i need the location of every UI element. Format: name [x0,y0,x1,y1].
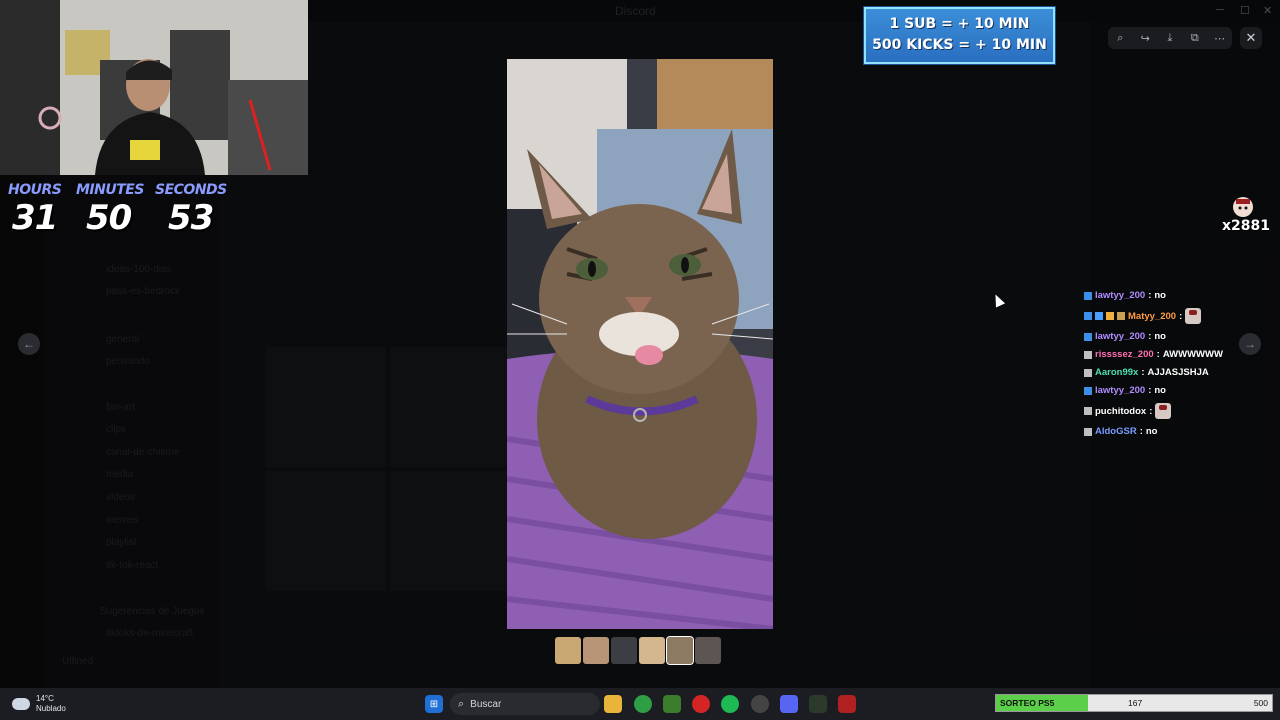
banner-line-1: 1 SUB = + 10 MIN [889,16,1030,32]
file-explorer-icon[interactable] [604,695,622,713]
chat-text: no [1154,331,1166,342]
chrome-icon[interactable] [634,695,652,713]
opera-icon[interactable] [692,695,710,713]
steam-icon[interactable] [751,695,769,713]
previous-image-button[interactable]: ← [18,333,40,355]
emote-counter: x2881 [1222,218,1270,234]
app-icon[interactable] [838,695,856,713]
badge-icon [1084,350,1092,359]
temperature: 14°C [36,694,54,703]
badge-icon [1084,291,1092,300]
chat-message: puchitodox: [1084,403,1172,419]
taskbar-search[interactable]: ⌕ Buscar [450,693,600,715]
badge-icon [1106,312,1114,320]
chat-text: AWWWWWW [1162,349,1223,360]
progress-label: SORTEO PS5 [1000,698,1055,708]
chat-message: rissssez_200: AWWWWWW [1084,349,1223,360]
banner-line-2: 500 KICKS = + 10 MIN [872,37,1047,53]
seconds-value: 53 [168,198,214,238]
chat-emote [1185,308,1202,324]
chat-emote [1155,403,1172,419]
search-icon: ⌕ [458,697,465,710]
next-image-button[interactable]: → [1239,333,1261,355]
minutes-value: 50 [86,198,132,238]
badge-icon [1084,386,1092,395]
chat-user: AldoGSR [1095,426,1137,437]
chat-user: lawtyy_200 [1095,385,1146,396]
more-icon[interactable]: ⋯ [1211,29,1229,47]
chat-user: Matyy_200 [1128,310,1177,322]
minutes-label: MINUTES [76,182,144,198]
thumbnail[interactable] [639,637,665,664]
chat-message: lawtyy_200: no [1084,331,1166,342]
open-external-icon[interactable]: ⧉ [1186,29,1204,47]
chat-user: puchitodox [1095,405,1147,417]
chat-user: lawtyy_200 [1095,331,1146,342]
webcam-overlay [0,0,308,175]
thumbnail-strip [555,636,721,665]
windows-start-icon[interactable]: ⊞ [425,695,443,713]
weather-widget[interactable]: 14°C Nublado [12,694,66,714]
chat-user: Aaron99x [1095,367,1139,378]
chat-message: lawtyy_200: no [1084,385,1166,396]
progress-max: 500 [1253,698,1268,708]
chat-message: Aaron99x: AJJASJSHJA [1084,367,1209,378]
giveaway-progress-bar: SORTEO PS5 167 500 [995,694,1273,712]
thumbnail[interactable] [555,637,581,664]
cloud-icon [12,698,30,710]
hours-value: 31 [12,198,58,238]
badge-icon [1095,312,1103,320]
chat-user: rissssez_200 [1095,349,1154,360]
thumbnail[interactable] [695,637,721,664]
badge-icon [1117,312,1125,320]
zoom-icon[interactable]: ⌕ [1111,29,1129,47]
progress-current: 167 [1128,698,1143,708]
chat-text: no [1154,290,1166,301]
thumbnail[interactable] [583,637,609,664]
thumbnail[interactable] [611,637,637,664]
badge-icon [1084,368,1092,377]
viewer-toolbar: ⌕ ↪ ⤓ ⧉ ⋯ [1108,27,1232,49]
discord-icon[interactable] [780,695,798,713]
minecraft-icon[interactable] [663,695,681,713]
seconds-label: SECONDS [155,182,227,198]
download-icon[interactable]: ⤓ [1161,29,1179,47]
spotify-icon[interactable] [721,695,739,713]
close-viewer-button[interactable]: ✕ [1240,27,1262,49]
badge-icon [1084,427,1092,436]
thumbnail-selected[interactable] [666,636,694,665]
badge-icon [1084,332,1092,341]
search-placeholder: Buscar [470,698,502,710]
chat-message: AldoGSR: no [1084,426,1157,437]
screen: Discord ─ ☐ ✕ ideas-100-dias pass-es-bed… [0,0,1280,720]
share-icon[interactable]: ↪ [1136,29,1154,47]
cat-photo [507,59,773,629]
hours-label: HOURS [8,182,62,198]
weather-condition: Nublado [36,704,66,713]
emote-icon [1232,196,1254,218]
badge-icon [1084,312,1092,320]
chat-message: lawtyy_200: no [1084,290,1166,301]
chat-message: Matyy_200: [1084,308,1202,324]
badge-icon [1084,407,1092,415]
chat-text: AJJASJSHJA [1147,367,1209,378]
chat-user: lawtyy_200 [1095,290,1146,301]
obs-icon[interactable] [809,695,827,713]
subathon-banner: 1 SUB = + 10 MIN 500 KICKS = + 10 MIN [864,7,1055,64]
chat-text: no [1154,385,1166,396]
chat-text: no [1145,426,1158,437]
